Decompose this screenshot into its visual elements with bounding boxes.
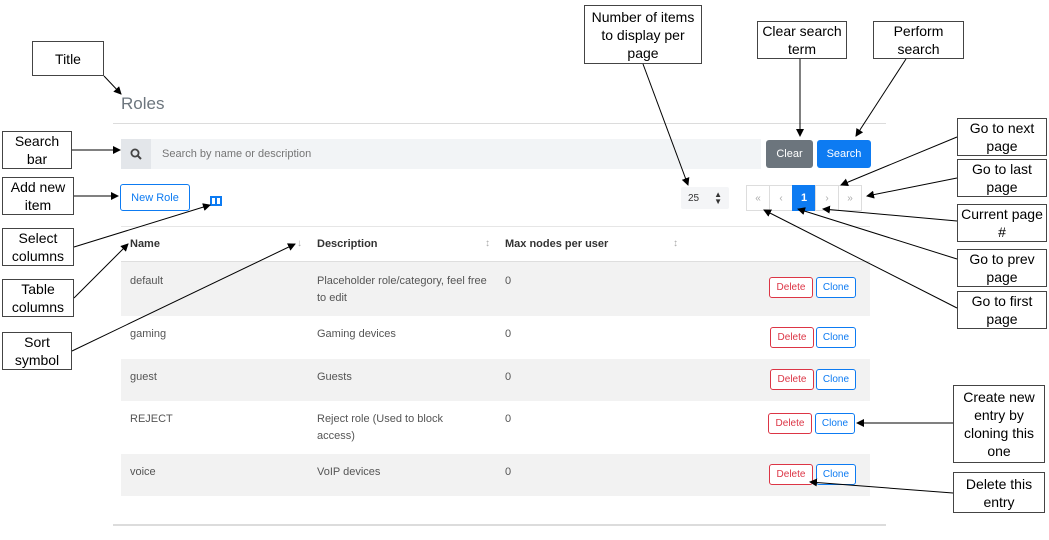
role-max-nodes: 0 [505, 275, 512, 287]
annotation-title: Title [32, 41, 104, 76]
role-name: voice [130, 466, 156, 478]
prev-page-button[interactable]: ‹ [769, 185, 793, 211]
table-row: gaming Gaming devices 0 Delete Clone [121, 316, 870, 359]
table-row: default Placeholder role/category, feel … [121, 262, 870, 316]
annotation-clone-entry: Create new entry by cloning this one [953, 385, 1045, 463]
per-page-select[interactable]: 25 ▲ ▼ [681, 187, 729, 209]
delete-button[interactable]: Delete [769, 277, 813, 298]
per-page-value: 25 [688, 192, 700, 204]
page-title: Roles [121, 94, 165, 113]
title-divider [113, 123, 886, 124]
role-description: Gaming devices [317, 328, 396, 340]
annotation-prev-page: Go to prev page [957, 249, 1047, 287]
role-max-nodes: 0 [505, 466, 512, 478]
footer-divider [113, 524, 886, 526]
role-description: Guests [317, 371, 352, 383]
clone-button[interactable]: Clone [815, 413, 855, 434]
annotation-next-page: Go to next page [957, 118, 1047, 156]
annotation-items-per-page: Number of items to display per page [584, 5, 702, 64]
table-row: REJECT Reject role (Used to block access… [121, 401, 870, 454]
role-name: REJECT [130, 413, 173, 425]
search-icon [121, 139, 151, 169]
search-button[interactable]: Search [817, 140, 871, 168]
table-top-border [121, 226, 870, 227]
column-header-max-nodes[interactable]: Max nodes per user [505, 238, 608, 250]
clone-button[interactable]: Clone [816, 277, 856, 298]
role-name: default [130, 275, 164, 287]
annotation-table-columns: Table columns [2, 279, 74, 317]
clone-button[interactable]: Clone [816, 369, 856, 390]
clone-button[interactable]: Clone [816, 327, 856, 348]
annotation-last-page: Go to last page [957, 159, 1047, 197]
annotation-perform-search: Perform search [873, 21, 964, 59]
columns-icon[interactable] [210, 193, 222, 206]
search-input[interactable] [158, 139, 766, 169]
delete-button[interactable]: Delete [768, 413, 812, 434]
annotation-clear-search: Clear search term [757, 21, 847, 59]
annotation-first-page: Go to first page [957, 291, 1047, 329]
delete-button[interactable]: Delete [770, 327, 814, 348]
role-max-nodes: 0 [505, 371, 512, 383]
annotation-search-bar: Search bar [2, 131, 72, 169]
sort-icon[interactable]: ↓ [297, 238, 302, 249]
annotation-delete-entry: Delete this entry [953, 472, 1045, 513]
delete-button[interactable]: Delete [770, 369, 814, 390]
clear-button[interactable]: Clear [766, 140, 813, 168]
role-name: guest [130, 371, 157, 383]
column-header-description[interactable]: Description [317, 238, 378, 250]
role-description: Placeholder role/category, feel free to … [317, 275, 487, 304]
annotation-add-new: Add new item [2, 177, 74, 215]
clone-button[interactable]: Clone [816, 464, 856, 485]
table-row: guest Guests 0 Delete Clone [121, 359, 870, 401]
current-page-button[interactable]: 1 [792, 185, 816, 211]
role-max-nodes: 0 [505, 413, 512, 425]
role-name: gaming [130, 328, 167, 340]
first-page-button[interactable]: « [746, 185, 770, 211]
sort-icon[interactable]: ↕ [485, 238, 490, 249]
select-arrows-icon: ▲ ▼ [714, 190, 722, 206]
sort-icon[interactable]: ↕ [673, 238, 678, 249]
role-description: Reject role (Used to block access) [317, 413, 443, 442]
next-page-button[interactable]: › [815, 185, 839, 211]
annotation-current-page: Current page # [957, 204, 1047, 242]
role-description: VoIP devices [317, 466, 381, 478]
annotation-select-columns: Select columns [2, 228, 74, 266]
delete-button[interactable]: Delete [769, 464, 813, 485]
pagination: « ‹ 1 › » [746, 185, 862, 211]
annotation-sort-symbol: Sort symbol [2, 332, 72, 370]
role-max-nodes: 0 [505, 328, 512, 340]
new-role-button[interactable]: New Role [120, 184, 190, 211]
last-page-button[interactable]: » [838, 185, 862, 211]
column-header-name[interactable]: Name [130, 238, 160, 250]
table-row: voice VoIP devices 0 Delete Clone [121, 454, 870, 496]
